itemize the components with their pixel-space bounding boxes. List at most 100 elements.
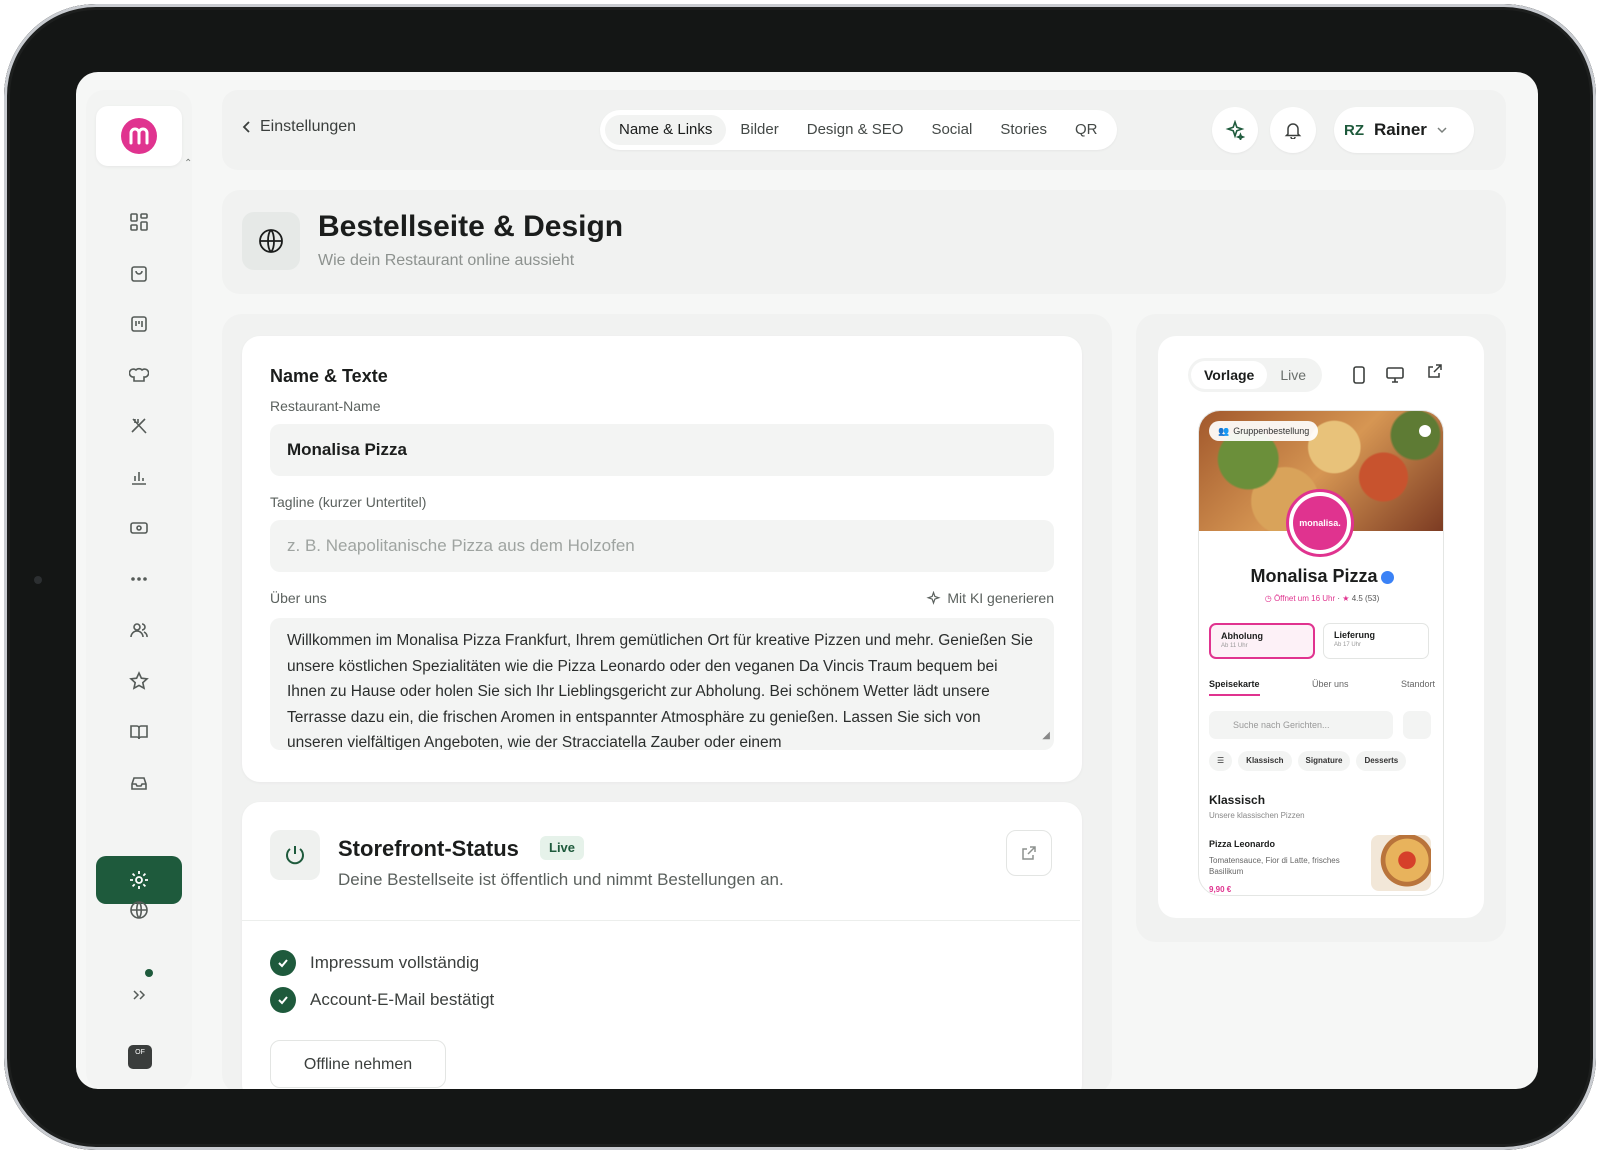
user-menu[interactable]: RZ Rainer — [1334, 107, 1474, 153]
tab-qr[interactable]: QR — [1061, 115, 1112, 145]
preview-mode-toggle: Vorlage Live — [1188, 358, 1322, 392]
phone-preview: 👥 Gruppenbestellung monalisa. Monalisa P… — [1198, 410, 1444, 896]
globe-icon — [242, 212, 300, 270]
preview-panel: Vorlage Live 👥 Gruppenbestellung monalis… — [1136, 314, 1506, 942]
tab-speisekarte[interactable]: Speisekarte — [1209, 679, 1260, 696]
offline-button[interactable]: Offline nehmen — [270, 1040, 446, 1088]
page-subtitle: Wie dein Restaurant online aussieht — [318, 252, 575, 269]
sidebar: ⌃ OF — [86, 90, 192, 1089]
about-label: Über uns — [270, 590, 327, 606]
sparkle-icon — [1225, 120, 1245, 140]
back-link[interactable]: Einstellungen — [242, 118, 356, 136]
about-text: Willkommen im Monalisa Pizza Frankfurt, … — [287, 632, 1033, 750]
tab-live[interactable]: Live — [1267, 361, 1319, 389]
tab-standort[interactable]: Standort — [1401, 679, 1435, 696]
chip-klassisch[interactable]: Klassisch — [1238, 751, 1292, 771]
tab-name-links[interactable]: Name & Links — [605, 115, 727, 145]
page-title: Bestellseite & Design — [318, 210, 624, 243]
menu-item-name: Pizza Leonardo — [1209, 839, 1276, 849]
device-toggle — [1346, 358, 1408, 392]
tab-stories[interactable]: Stories — [986, 115, 1061, 145]
mode-delivery[interactable]: Lieferung Ab 17 Uhr — [1323, 623, 1429, 659]
utensils-icon[interactable] — [119, 406, 159, 446]
preview-meta: ◷ Öffnet um 16 Uhr · ★ 4.5 (53) — [1199, 594, 1443, 603]
status-title: Storefront-Status — [338, 836, 519, 861]
users-icon[interactable] — [119, 610, 159, 650]
globe-icon[interactable] — [119, 890, 159, 930]
preview-tabs: Speisekarte Über uns Standort — [1209, 679, 1435, 696]
chip-desserts[interactable]: Desserts — [1356, 751, 1407, 771]
group-icon: 👥 — [1218, 426, 1230, 436]
camera — [34, 576, 42, 584]
group-order-badge: 👥 Gruppenbestellung — [1209, 421, 1319, 441]
check-item: Impressum vollständig — [270, 950, 479, 976]
workspace-switcher[interactable] — [96, 106, 182, 166]
expand-sidebar-icon[interactable] — [119, 975, 159, 1015]
restaurant-name-label: Restaurant-Name — [270, 398, 381, 414]
bell-icon — [1284, 123, 1302, 139]
more-icon[interactable] — [119, 559, 159, 599]
storefront-status-card: Storefront-Status Live Deine Bestellseit… — [242, 802, 1082, 1089]
user-initials: RZ — [1344, 121, 1364, 139]
check-item: Account-E-Mail bestätigt — [270, 987, 494, 1013]
chef-hat-icon[interactable] — [119, 355, 159, 395]
check-icon — [270, 987, 296, 1013]
tab-social[interactable]: Social — [917, 115, 986, 145]
desktop-icon[interactable] — [1382, 362, 1408, 388]
grid-view-icon[interactable] — [1403, 711, 1431, 739]
brand-logo — [121, 118, 157, 154]
tab-vorlage[interactable]: Vorlage — [1191, 361, 1268, 389]
mode-pickup[interactable]: Abholung Ab 11 Uhr — [1209, 623, 1315, 659]
mobile-icon[interactable] — [1346, 362, 1372, 388]
analytics-icon[interactable] — [119, 457, 159, 497]
chip-signature[interactable]: Signature — [1297, 751, 1351, 771]
logo-text: monalisa. — [1293, 496, 1347, 550]
orders-bag-icon[interactable] — [119, 253, 159, 293]
dashboard-icon[interactable] — [119, 202, 159, 242]
ai-generate-button[interactable]: Mit KI generieren — [926, 590, 1054, 606]
tagline-input[interactable]: z. B. Neapolitanische Pizza aus dem Holz… — [270, 520, 1054, 572]
tab-design-seo[interactable]: Design & SEO — [793, 115, 918, 145]
category-title: Klassisch — [1209, 793, 1266, 807]
about-textarea[interactable]: Willkommen im Monalisa Pizza Frankfurt, … — [270, 618, 1054, 750]
menu-item-description: Tomatensauce, Fior di Latte, frisches Ba… — [1209, 856, 1340, 876]
tab-bilder[interactable]: Bilder — [726, 115, 792, 145]
preview-name-text: Monalisa Pizza — [1250, 566, 1378, 586]
app-screen: ⌃ OF Einstellungen Name & Links Bilder D… — [76, 72, 1538, 1089]
divider — [242, 920, 1080, 921]
orderfrank-brand-icon[interactable]: OF — [128, 1045, 152, 1069]
top-bar: Einstellungen Name & Links Bilder Design… — [222, 90, 1506, 170]
status-description: Deine Bestellseite ist öffentlich und ni… — [338, 870, 784, 889]
resize-handle-icon[interactable]: ◢ — [1042, 723, 1050, 749]
restaurant-name-input[interactable]: Monalisa Pizza — [270, 424, 1054, 476]
inbox-icon[interactable] — [119, 763, 159, 803]
preview-search-input[interactable]: Suche nach Gerichten... — [1209, 711, 1393, 739]
clock-icon: ◷ — [1264, 594, 1272, 603]
category-subtitle: Unsere klassischen Pizzen — [1209, 811, 1305, 820]
kanban-icon[interactable] — [119, 304, 159, 344]
book-icon[interactable] — [119, 712, 159, 752]
switcher-caret-icon: ⌃ — [184, 158, 193, 169]
user-name: Rainer — [1374, 120, 1427, 139]
tagline-label: Tagline (kurzer Untertitel) — [270, 494, 427, 510]
open-storefront-button[interactable] — [1006, 830, 1052, 876]
notifications-button[interactable] — [1270, 107, 1316, 153]
open-preview-icon[interactable] — [1426, 362, 1444, 385]
chevron-down-icon — [1437, 126, 1447, 133]
tab-ueber-uns[interactable]: Über uns — [1312, 679, 1349, 696]
filter-icon[interactable]: ☰ — [1209, 751, 1233, 771]
payments-icon[interactable] — [119, 508, 159, 548]
star-icon[interactable] — [119, 661, 159, 701]
mode-sub: Ab 17 Uhr — [1334, 642, 1362, 648]
settings-tabs: Name & Links Bilder Design & SEO Social … — [600, 110, 1117, 150]
rating: 4.5 (53) — [1351, 594, 1380, 603]
group-order-label: Gruppenbestellung — [1233, 426, 1310, 436]
sparkle-icon — [926, 590, 941, 605]
ai-sparkle-button[interactable] — [1212, 107, 1258, 153]
check-label: Impressum vollständig — [310, 953, 480, 972]
mode-label: Abholung — [1221, 631, 1263, 641]
menu-item-image[interactable] — [1371, 835, 1431, 891]
settings-panel: Name & Texte Restaurant-Name Monalisa Pi… — [222, 314, 1112, 1089]
tablet-frame: ⌃ OF Einstellungen Name & Links Bilder D… — [4, 4, 1596, 1150]
moon-icon — [1419, 425, 1431, 437]
